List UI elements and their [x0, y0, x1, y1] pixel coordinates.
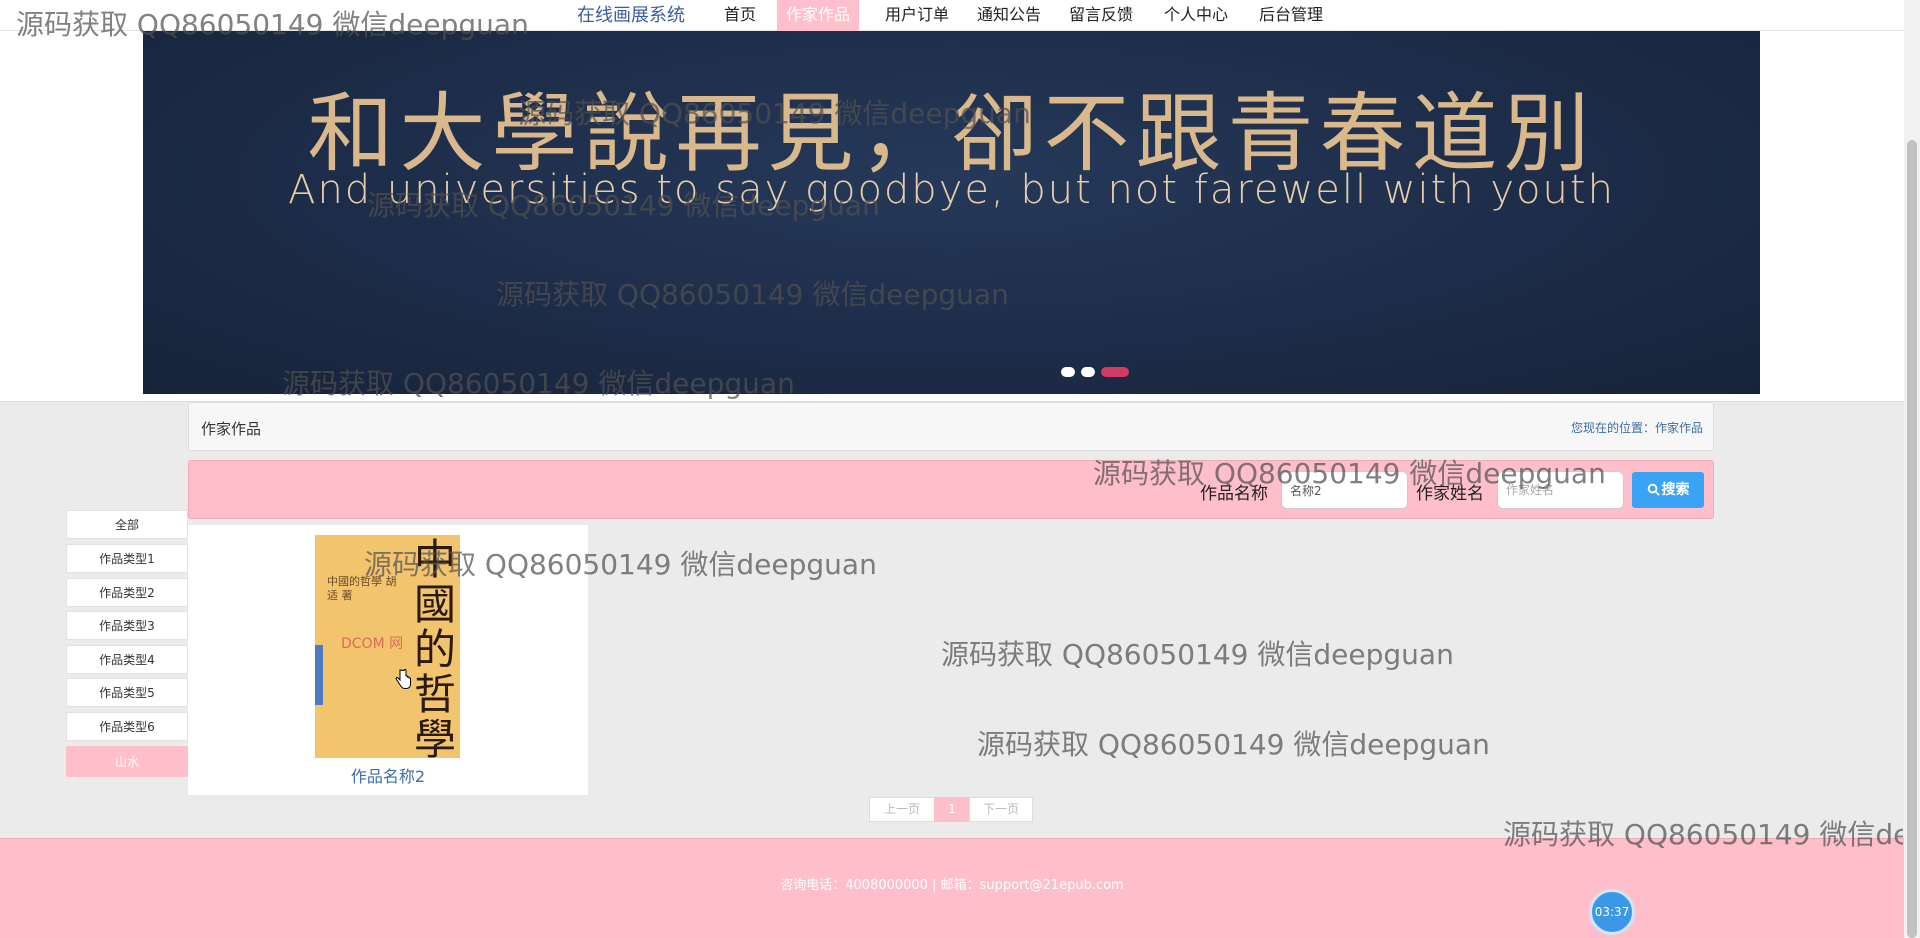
- page-scrollbar[interactable]: [1904, 0, 1920, 938]
- cover-badge: DCOM 网: [341, 636, 404, 652]
- product-name[interactable]: 作品名称2: [188, 763, 588, 787]
- banner-subtitle: And universities to say goodbye, but not…: [288, 167, 1615, 213]
- category-type-3[interactable]: 作品类型3: [66, 611, 188, 640]
- product-card[interactable]: 中國的哲學 中國的哲學 胡适 著 DCOM 网 作品名称2: [188, 525, 588, 795]
- category-type-1[interactable]: 作品类型1: [66, 544, 188, 573]
- nav-notices[interactable]: 通知公告: [968, 0, 1050, 31]
- recording-timer[interactable]: 03:37: [1589, 889, 1635, 935]
- author-name-label: 作家姓名: [1416, 484, 1484, 504]
- cover-strip: [315, 645, 323, 705]
- product-cover-image[interactable]: 中國的哲學 中國的哲學 胡适 著 DCOM 网: [315, 535, 460, 758]
- nav-user-center[interactable]: 个人中心: [1155, 0, 1237, 31]
- cover-title: 中國的哲學: [413, 535, 456, 758]
- hand-cursor-icon: [395, 669, 411, 689]
- category-type-4[interactable]: 作品类型4: [66, 645, 188, 674]
- category-type-2[interactable]: 作品类型2: [66, 578, 188, 607]
- work-name-input[interactable]: [1281, 471, 1408, 509]
- nav-home[interactable]: 首页: [715, 0, 765, 31]
- author-name-input[interactable]: [1497, 471, 1624, 509]
- category-type-6[interactable]: 作品类型6: [66, 712, 188, 741]
- carousel-dot-1[interactable]: [1061, 367, 1075, 377]
- site-brand[interactable]: 在线画展系统: [577, 2, 685, 29]
- breadcrumb[interactable]: 您现在的位置：作家作品: [1571, 419, 1703, 436]
- nav-admin[interactable]: 后台管理: [1250, 0, 1332, 31]
- category-type-5[interactable]: 作品类型5: [66, 678, 188, 707]
- carousel-dot-2[interactable]: [1081, 367, 1095, 377]
- nav-feedback[interactable]: 留言反馈: [1060, 0, 1142, 31]
- work-name-label: 作品名称: [1200, 484, 1268, 504]
- search-button-label: 搜索: [1661, 482, 1690, 498]
- watermark: 源码获取 QQ86050149 微信deepguan: [941, 638, 1454, 671]
- category-all[interactable]: 全部: [66, 510, 188, 539]
- top-navbar: 在线画展系统 首页 作家作品 用户订单 通知公告 留言反馈 个人中心 后台管理: [0, 0, 1904, 31]
- pagination-page-1[interactable]: 1: [934, 797, 970, 822]
- nav-works[interactable]: 作家作品: [777, 0, 860, 31]
- pagination-prev[interactable]: 上一页: [869, 797, 935, 822]
- category-landscape[interactable]: 山水: [66, 746, 188, 777]
- scrollbar-thumb[interactable]: [1907, 140, 1917, 938]
- search-bar: 作品名称 作家姓名 搜索: [188, 460, 1714, 519]
- cover-text: 中國的哲學 胡适 著: [327, 575, 397, 602]
- watermark: 源码获取 QQ86050149 微信deepguan: [977, 728, 1490, 761]
- search-icon: [1647, 483, 1660, 496]
- section-title: 作家作品: [201, 420, 262, 438]
- nav-orders[interactable]: 用户订单: [876, 0, 958, 31]
- pagination-next[interactable]: 下一页: [969, 797, 1033, 822]
- breadcrumb-bar: 作家作品 您现在的位置：作家作品: [188, 402, 1714, 451]
- carousel-dot-3-active[interactable]: [1101, 367, 1129, 377]
- banner-section: 和大學說再見，卻不跟青春道別 And universities to say g…: [0, 31, 1904, 402]
- banner-carousel[interactable]: 和大學說再見，卻不跟青春道別 And universities to say g…: [143, 31, 1760, 394]
- search-button[interactable]: 搜索: [1632, 472, 1704, 508]
